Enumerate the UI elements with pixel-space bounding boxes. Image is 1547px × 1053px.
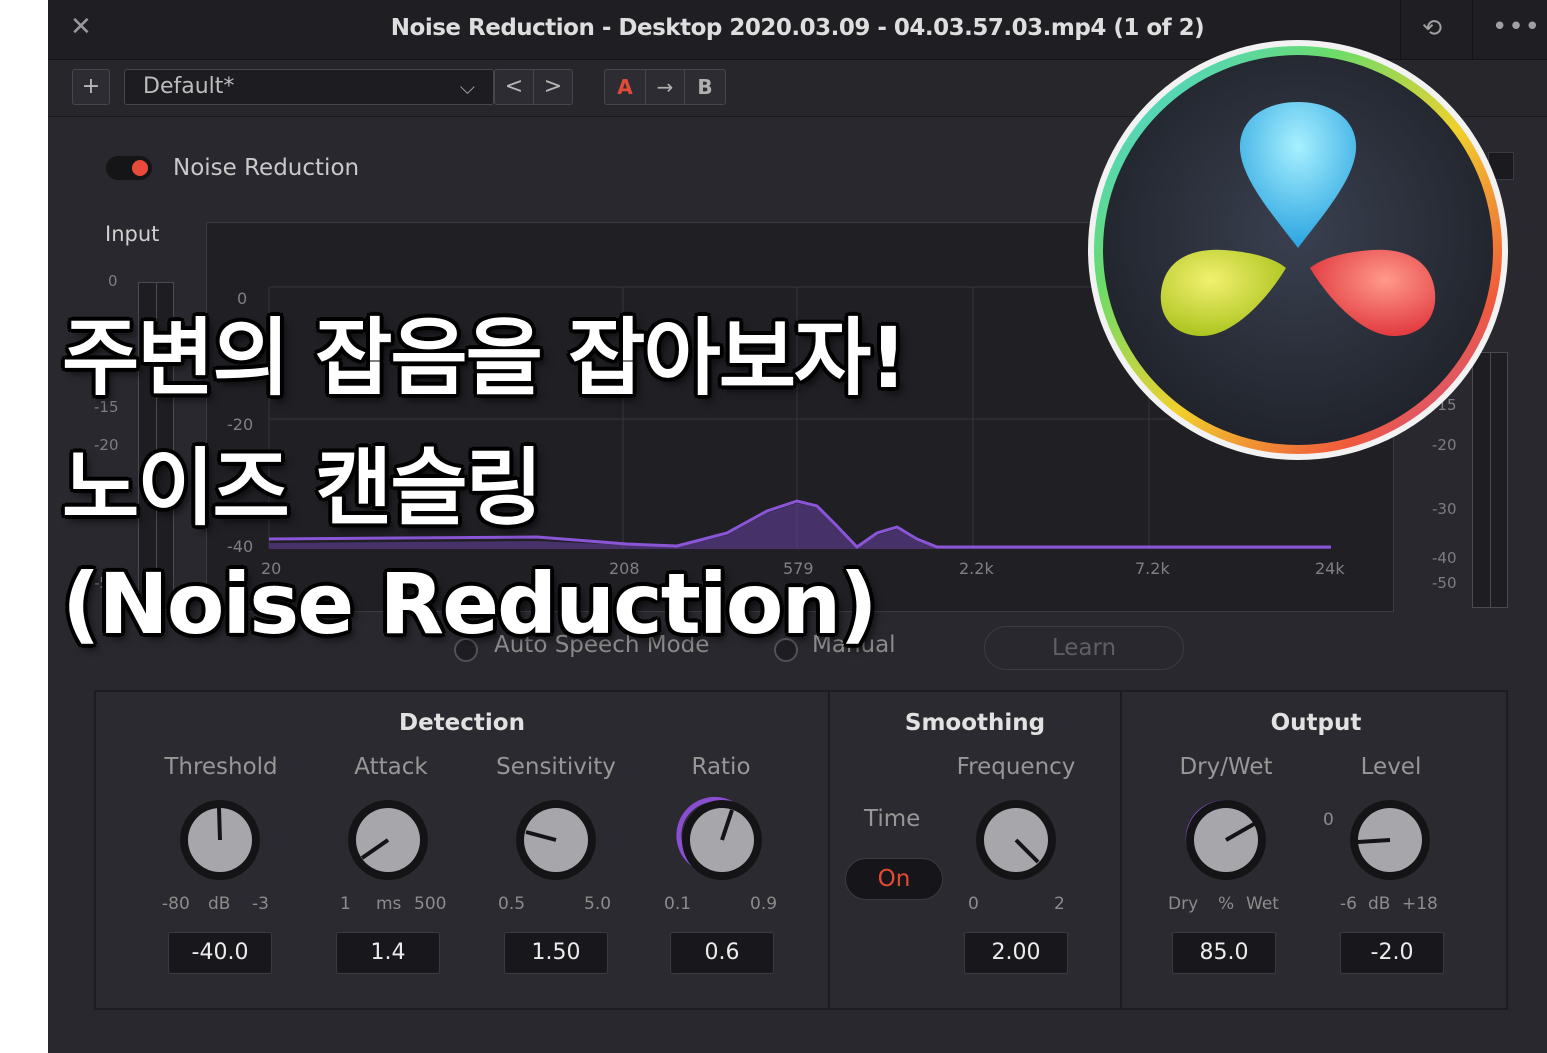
ratio-value-field[interactable]: 0.6: [670, 932, 774, 974]
sensitivity-label: Sensitivity: [496, 754, 616, 780]
compare-b-button[interactable]: B: [685, 70, 725, 104]
time-on-button[interactable]: On: [845, 858, 943, 900]
threshold-range-min: -80: [162, 894, 190, 914]
level-zero-tick: 0: [1323, 810, 1334, 830]
input-meter-label: Input: [105, 222, 160, 246]
headline-line-2: 노이즈 캔슬링: [62, 439, 543, 537]
attack-value-field[interactable]: 1.4: [336, 932, 440, 974]
attack-label: Attack: [354, 754, 428, 780]
controls-panel: Detection Smoothing Output Threshold Att…: [94, 690, 1508, 1010]
dry-wet-label: Dry/Wet: [1179, 754, 1273, 780]
frequency-knob[interactable]: [964, 788, 1068, 892]
dry-wet-value-field[interactable]: 85.0: [1172, 932, 1276, 974]
level-value-field[interactable]: -2.0: [1340, 932, 1444, 974]
sensitivity-value-field[interactable]: 1.50: [504, 932, 608, 974]
level-label: Level: [1360, 754, 1422, 780]
frequency-value-field[interactable]: 2.00: [964, 932, 1068, 974]
sensitivity-range-max: 5.0: [584, 894, 612, 914]
threshold-range-max: -3: [252, 894, 269, 914]
ab-compare-group: A → B: [604, 69, 726, 105]
section-divider: [1120, 692, 1122, 1008]
sensitivity-knob[interactable]: [504, 788, 608, 892]
headline-line-1: 주변의 잡음을 잡아보자!: [62, 309, 908, 407]
level-knob[interactable]: [1338, 788, 1442, 892]
prev-preset-button[interactable]: <: [494, 69, 534, 105]
output-meter-tick: -50: [1432, 574, 1457, 592]
graph-x-label: 7.2k: [1135, 559, 1170, 578]
davinci-resolve-logo-icon: [1084, 36, 1512, 464]
chevron-down-icon: ⌵: [459, 75, 475, 99]
ratio-range-min: 0.1: [664, 894, 692, 914]
graph-y-label: -40: [227, 537, 254, 556]
headline-line-3: (Noise Reduction): [62, 555, 878, 653]
dry-wet-range-max: Wet: [1246, 894, 1279, 914]
ratio-range-max: 0.9: [750, 894, 778, 914]
graph-x-label: 24k: [1315, 559, 1345, 578]
copy-a-to-b-icon[interactable]: →: [645, 70, 685, 104]
preset-dropdown[interactable]: Default* ⌵: [124, 69, 494, 105]
next-preset-button[interactable]: >: [533, 69, 573, 105]
sensitivity-range-min: 0.5: [498, 894, 526, 914]
dry-wet-range-min: Dry: [1168, 894, 1199, 914]
frequency-label: Frequency: [956, 754, 1076, 780]
output-meter-tick: -40: [1432, 549, 1457, 567]
frequency-range-max: 2: [1054, 894, 1065, 914]
compare-a-button[interactable]: A: [605, 70, 645, 104]
attack-knob[interactable]: [336, 788, 440, 892]
add-preset-button[interactable]: +: [72, 69, 110, 105]
threshold-range-unit: dB: [208, 894, 231, 914]
time-label: Time: [864, 806, 921, 832]
input-meter-tick: 0: [108, 272, 118, 290]
threshold-knob[interactable]: [168, 788, 272, 892]
output-meter-tick: -30: [1432, 500, 1457, 518]
noise-reduction-enable-toggle[interactable]: [106, 156, 152, 180]
output-section-title: Output: [1270, 710, 1362, 736]
attack-range-min: 1: [340, 894, 351, 914]
graph-y-label: -20: [227, 415, 254, 434]
learn-button[interactable]: Learn: [984, 626, 1184, 670]
threshold-label: Threshold: [164, 754, 278, 780]
ratio-knob[interactable]: [670, 788, 774, 892]
graph-y-label: 0: [237, 289, 248, 308]
frequency-range-min: 0: [968, 894, 979, 914]
enable-indicator: [132, 160, 148, 176]
level-range-max: +18: [1402, 894, 1438, 914]
ratio-label: Ratio: [691, 754, 751, 780]
detection-section-title: Detection: [399, 710, 525, 736]
plugin-name-label: Noise Reduction: [173, 155, 360, 181]
section-divider: [828, 692, 830, 1008]
attack-range-unit: ms: [376, 894, 402, 914]
dry-wet-range-unit: %: [1218, 894, 1235, 914]
level-range-unit: dB: [1368, 894, 1391, 914]
dry-wet-knob[interactable]: [1174, 788, 1278, 892]
smoothing-section-title: Smoothing: [904, 710, 1046, 736]
threshold-value-field[interactable]: -40.0: [168, 932, 272, 974]
graph-x-label: 2.2k: [959, 559, 994, 578]
attack-range-max: 500: [414, 894, 447, 914]
preset-name: Default*: [143, 74, 235, 99]
level-range-min: -6: [1340, 894, 1357, 914]
